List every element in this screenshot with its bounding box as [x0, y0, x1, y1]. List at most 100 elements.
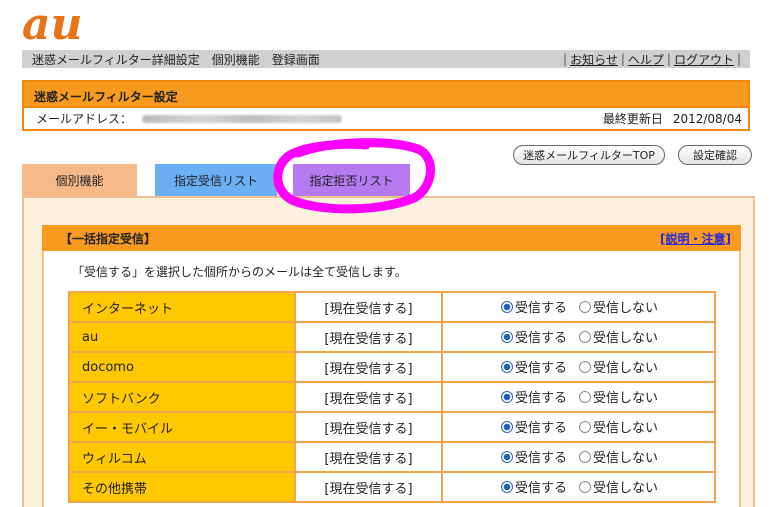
accept-radio[interactable]: 受信する [501, 357, 567, 376]
carrier-name: その他携帯 [68, 471, 296, 503]
radio-indicator[interactable] [501, 450, 513, 463]
top-navigation-bar: 迷惑メールフィルター詳細設定 個別機能 登録画面 | お知らせ | ヘルプ | … [22, 50, 750, 68]
radio-indicator[interactable] [579, 300, 592, 313]
help-link[interactable]: ヘルプ [628, 51, 664, 68]
tab-accept-list[interactable]: 指定受信リスト [155, 164, 277, 196]
reject-label: 受信しない [593, 481, 659, 497]
section-header: 【一括指定受信】 [説明・注意] [42, 225, 741, 251]
accept-radio[interactable]: 受信する [501, 297, 567, 316]
carrier-name: ソフトバンク [68, 381, 296, 413]
blurred-address [142, 115, 343, 123]
current-status: [現在受信する] [294, 411, 443, 443]
reject-label: 受信しない [593, 391, 659, 407]
reject-radio[interactable]: 受信しない [579, 357, 658, 376]
accept-radio[interactable]: 受信する [501, 417, 567, 436]
accept-label: 受信する [515, 391, 568, 407]
radio-indicator[interactable] [579, 390, 592, 403]
reject-label: 受信しない [593, 331, 659, 347]
accept-label: 受信する [515, 301, 568, 317]
link-separator: | [620, 52, 625, 66]
radio-indicator[interactable] [579, 420, 592, 433]
reject-radio[interactable]: 受信しない [579, 477, 658, 496]
accept-radio[interactable]: 受信する [501, 387, 567, 406]
table-row: その他携帯 [現在受信する] 受信する 受信しない [68, 471, 716, 503]
radio-indicator[interactable] [501, 300, 513, 313]
table-row: イー・モバイル [現在受信する] 受信する 受信しない [68, 411, 716, 443]
tab-individual-functions[interactable]: 個別機能 [22, 164, 137, 196]
radio-indicator[interactable] [501, 360, 513, 373]
radio-indicator[interactable] [501, 390, 513, 403]
radio-indicator[interactable] [579, 480, 592, 493]
mail-address-label: メールアドレス： [36, 111, 133, 126]
accept-radio[interactable]: 受信する [501, 477, 567, 496]
carrier-name: ウィルコム [68, 441, 296, 473]
radio-indicator[interactable] [579, 360, 592, 373]
breadcrumb: 迷惑メールフィルター詳細設定 個別機能 登録画面 [32, 52, 320, 67]
mail-address-row: メールアドレス： 最終更新日 2012/08/04 [22, 107, 750, 131]
current-status: [現在受信する] [294, 351, 443, 383]
carrier-filter-table: インターネット [現在受信する] 受信する 受信しない au [現在受信する] 受信する 受信… [68, 291, 716, 503]
news-link[interactable]: お知らせ [570, 51, 618, 68]
receive-options: 受信する 受信しない [441, 291, 716, 323]
link-separator: | [736, 52, 741, 66]
last-updated-date: 2012/08/04 [672, 111, 742, 126]
table-row: ソフトバンク [現在受信する] 受信する 受信しない [68, 381, 716, 413]
radio-indicator[interactable] [501, 330, 513, 343]
link-separator: | [666, 52, 671, 66]
carrier-name: docomo [68, 351, 296, 383]
receive-options: 受信する 受信しない [441, 351, 716, 383]
reject-radio[interactable]: 受信しない [579, 297, 658, 316]
top-links: | お知らせ | ヘルプ | ログアウト | [560, 51, 744, 68]
reject-label: 受信しない [593, 451, 659, 467]
accept-label: 受信する [515, 421, 568, 437]
reject-radio[interactable]: 受信しない [579, 387, 658, 406]
explanation-link[interactable]: [説明・注意] [660, 230, 731, 247]
current-status: [現在受信する] [294, 321, 443, 353]
table-row: ウィルコム [現在受信する] 受信する 受信しない [68, 441, 716, 473]
svg-text:au: au [22, 6, 83, 48]
accept-radio[interactable]: 受信する [501, 447, 567, 466]
reject-radio[interactable]: 受信しない [579, 447, 658, 466]
receive-options: 受信する 受信しない [441, 381, 716, 413]
radio-indicator[interactable] [579, 450, 592, 463]
current-status: [現在受信する] [294, 441, 443, 473]
receive-options: 受信する 受信しない [441, 441, 716, 473]
accept-label: 受信する [515, 451, 568, 467]
last-updated: 最終更新日 2012/08/04 [603, 110, 742, 127]
tab-reject-list[interactable]: 指定拒否リスト [293, 164, 410, 196]
reject-label: 受信しない [593, 421, 659, 437]
last-updated-label: 最終更新日 [602, 111, 663, 126]
table-row: インターネット [現在受信する] 受信する 受信しない [68, 291, 716, 323]
radio-indicator[interactable] [579, 330, 592, 343]
au-logo: au [22, 6, 83, 48]
accept-label: 受信する [515, 331, 568, 347]
confirm-settings-button[interactable]: 設定確認 [678, 145, 752, 165]
section-description: 「受信する」を選択した個所からのメールは全て受信します。 [72, 265, 407, 279]
reject-label: 受信しない [593, 301, 659, 317]
carrier-name: イー・モバイル [68, 411, 296, 443]
reject-radio[interactable]: 受信しない [579, 327, 658, 346]
accept-radio[interactable]: 受信する [501, 327, 567, 346]
accept-label: 受信する [515, 481, 568, 497]
current-status: [現在受信する] [294, 291, 443, 323]
radio-indicator[interactable] [501, 420, 513, 433]
current-status: [現在受信する] [294, 471, 443, 503]
receive-options: 受信する 受信しない [441, 411, 716, 443]
mail-address: メールアドレス： [36, 110, 343, 127]
accept-label: 受信する [515, 361, 568, 377]
table-row: docomo [現在受信する] 受信する 受信しない [68, 351, 716, 383]
filter-top-button[interactable]: 迷惑メールフィルターTOP [513, 145, 665, 165]
current-status: [現在受信する] [294, 381, 443, 413]
reject-label: 受信しない [593, 361, 659, 377]
logout-link[interactable]: ログアウト [674, 51, 734, 68]
link-separator: | [563, 52, 568, 66]
reject-radio[interactable]: 受信しない [579, 417, 658, 436]
radio-indicator[interactable] [501, 480, 513, 493]
table-row: au [現在受信する] 受信する 受信しない [68, 321, 716, 353]
receive-options: 受信する 受信しない [441, 321, 716, 353]
carrier-name: au [68, 321, 296, 353]
receive-options: 受信する 受信しない [441, 471, 716, 503]
page-title: 迷惑メールフィルター設定 [22, 80, 750, 108]
section-title: 【一括指定受信】 [60, 231, 157, 246]
carrier-name: インターネット [68, 291, 296, 323]
